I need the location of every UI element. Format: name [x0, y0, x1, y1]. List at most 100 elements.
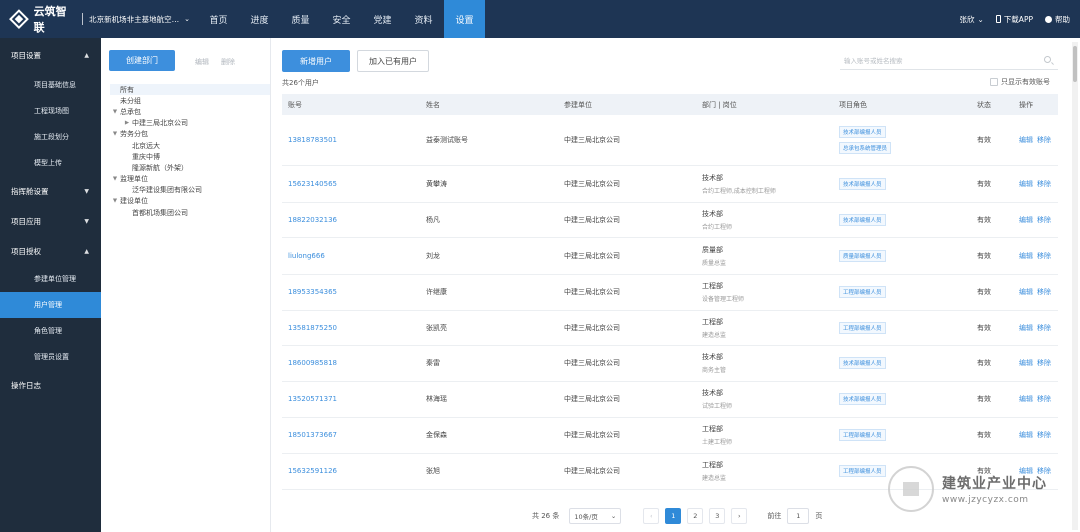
remove-link[interactable]: 移除: [1037, 252, 1051, 260]
sidebar-group[interactable]: 项目应用 ▼: [0, 206, 101, 236]
create-department-button[interactable]: 创建部门: [109, 50, 175, 71]
nav-item-5[interactable]: 资料: [403, 0, 444, 38]
remove-link[interactable]: 移除: [1037, 359, 1051, 367]
tree-node[interactable]: 所有: [110, 84, 270, 96]
tree-node[interactable]: ▶ 中建三局北京公司: [110, 118, 270, 129]
edit-department-link[interactable]: 编辑: [195, 57, 209, 67]
sidebar-item[interactable]: 施工段划分: [0, 124, 101, 150]
chevron-up-icon: ▲: [84, 247, 89, 255]
search-input[interactable]: [840, 52, 1058, 70]
remove-link[interactable]: 移除: [1037, 431, 1051, 439]
tree-node-label: 总承包: [120, 107, 141, 116]
delete-department-link[interactable]: 删除: [221, 57, 235, 67]
nav-item-3[interactable]: 安全: [321, 0, 362, 38]
account-link[interactable]: 13581875250: [282, 310, 420, 346]
join-existing-user-button[interactable]: 加入已有用户: [357, 50, 429, 72]
edit-link[interactable]: 编辑: [1019, 288, 1033, 296]
account-link[interactable]: 18953354365: [282, 274, 420, 311]
page-button[interactable]: 1: [665, 508, 682, 524]
sidebar-item[interactable]: 角色管理: [0, 318, 101, 344]
unit-name: 中建三局北京公司: [558, 202, 696, 238]
account-link[interactable]: 18822032136: [282, 202, 420, 238]
tree-node[interactable]: 泛华建设集团有限公司: [110, 185, 270, 196]
goto-page-input[interactable]: 1: [787, 508, 810, 524]
tree-node[interactable]: 北京远大: [110, 140, 270, 151]
edit-link[interactable]: 编辑: [1019, 216, 1033, 224]
tree-node[interactable]: ▼ 总承包: [110, 106, 270, 117]
edit-link[interactable]: 编辑: [1019, 395, 1033, 403]
tree-node[interactable]: 未分组: [110, 95, 270, 106]
account-link[interactable]: 15623140565: [282, 165, 420, 203]
remove-link[interactable]: 移除: [1037, 136, 1051, 144]
scrollbar-thumb[interactable]: [1073, 46, 1077, 82]
tree-node[interactable]: 首都机场集团公司: [110, 207, 270, 218]
tree-node[interactable]: 隆源新航（外架）: [110, 162, 270, 173]
chevron-down-icon: ⌄: [610, 512, 617, 520]
account-link[interactable]: 18501373667: [282, 417, 420, 454]
caret-down-icon[interactable]: ▼: [110, 109, 120, 115]
account-link[interactable]: 13520571371: [282, 381, 420, 418]
next-page-button[interactable]: ›: [731, 508, 748, 524]
sidebar-group[interactable]: 指挥舱设置 ▼: [0, 176, 101, 206]
page-button[interactable]: 3: [709, 508, 726, 524]
vertical-scrollbar[interactable]: [1072, 42, 1078, 530]
roles-cell: 技术部编报人员 总承包系统管理员: [833, 115, 971, 166]
add-user-button[interactable]: 新增用户: [282, 50, 350, 72]
tree-node[interactable]: ▼ 劳务分包: [110, 129, 270, 140]
status-text: 有效: [971, 202, 1013, 238]
post-name: 合约工程师,成本控制工程师: [702, 187, 776, 195]
only-valid-checkbox[interactable]: 只显示有效账号: [990, 77, 1050, 87]
logo[interactable]: 云筑智联 北京新机场非主基地航空公... ⌄: [0, 3, 190, 35]
checkbox[interactable]: [990, 78, 998, 86]
remove-link[interactable]: 移除: [1037, 324, 1051, 332]
help-link[interactable]: 帮助: [1045, 14, 1070, 25]
user-menu[interactable]: 张欣 ⌄: [960, 14, 984, 25]
remove-link[interactable]: 移除: [1037, 180, 1051, 188]
search-icon[interactable]: [1044, 56, 1051, 63]
goto-label: 前往: [767, 512, 782, 520]
remove-link[interactable]: 移除: [1037, 288, 1051, 296]
remove-link[interactable]: 移除: [1037, 395, 1051, 403]
edit-link[interactable]: 编辑: [1019, 136, 1033, 144]
sidebar-item[interactable]: 工程现场图: [0, 98, 101, 124]
tree-node[interactable]: ▼ 建设单位: [110, 196, 270, 207]
account-link[interactable]: 13818783501: [282, 115, 420, 166]
sidebar-item[interactable]: 模型上传: [0, 150, 101, 176]
chevron-down-icon[interactable]: ⌄: [184, 15, 190, 23]
edit-link[interactable]: 编辑: [1019, 180, 1033, 188]
page-button[interactable]: 2: [687, 508, 704, 524]
tree-node[interactable]: 重庆中博: [110, 151, 270, 162]
sidebar-item[interactable]: 管理员设置: [0, 344, 101, 370]
sidebar-item[interactable]: 用户管理: [0, 292, 101, 318]
nav-item-0[interactable]: 首页: [198, 0, 239, 38]
sidebar-item[interactable]: 参建单位管理: [0, 266, 101, 292]
edit-link[interactable]: 编辑: [1019, 431, 1033, 439]
caret-down-icon[interactable]: ▼: [110, 176, 120, 182]
column-header: 姓名: [420, 94, 558, 115]
edit-link[interactable]: 编辑: [1019, 359, 1033, 367]
download-app-link[interactable]: 下载APP: [995, 14, 1033, 25]
caret-right-icon[interactable]: ▶: [122, 120, 132, 126]
sidebar-item[interactable]: 项目基础信息: [0, 72, 101, 98]
project-selector[interactable]: 北京新机场非主基地航空公...: [89, 14, 181, 25]
edit-link[interactable]: 编辑: [1019, 324, 1033, 332]
sidebar-group[interactable]: 项目设置 ▲: [0, 38, 101, 72]
remove-link[interactable]: 移除: [1037, 216, 1051, 224]
sidebar-group[interactable]: 项目授权 ▲: [0, 236, 101, 266]
nav-item-1[interactable]: 进度: [239, 0, 280, 38]
edit-link[interactable]: 编辑: [1019, 252, 1033, 260]
nav-item-4[interactable]: 党建: [362, 0, 403, 38]
sidebar-group[interactable]: 操作日志: [0, 370, 101, 400]
caret-down-icon[interactable]: ▼: [110, 198, 120, 204]
account-link[interactable]: 15632591126: [282, 453, 420, 490]
user-name: 张旭: [420, 453, 558, 490]
nav-item-6[interactable]: 设置: [444, 0, 485, 38]
nav-item-2[interactable]: 质量: [280, 0, 321, 38]
account-link[interactable]: 18600985818: [282, 345, 420, 382]
account-link[interactable]: liulong666: [282, 237, 420, 275]
prev-page-button[interactable]: ‹: [643, 508, 660, 524]
tree-node[interactable]: ▼ 监理单位: [110, 174, 270, 185]
caret-down-icon[interactable]: ▼: [110, 131, 120, 137]
page-size-select[interactable]: 10条/页 ⌄: [569, 508, 622, 524]
table-row: 18822032136 杨凡 中建三局北京公司 技术部 合约工程师 技术部编报人员 有效 编辑…: [282, 202, 1058, 238]
